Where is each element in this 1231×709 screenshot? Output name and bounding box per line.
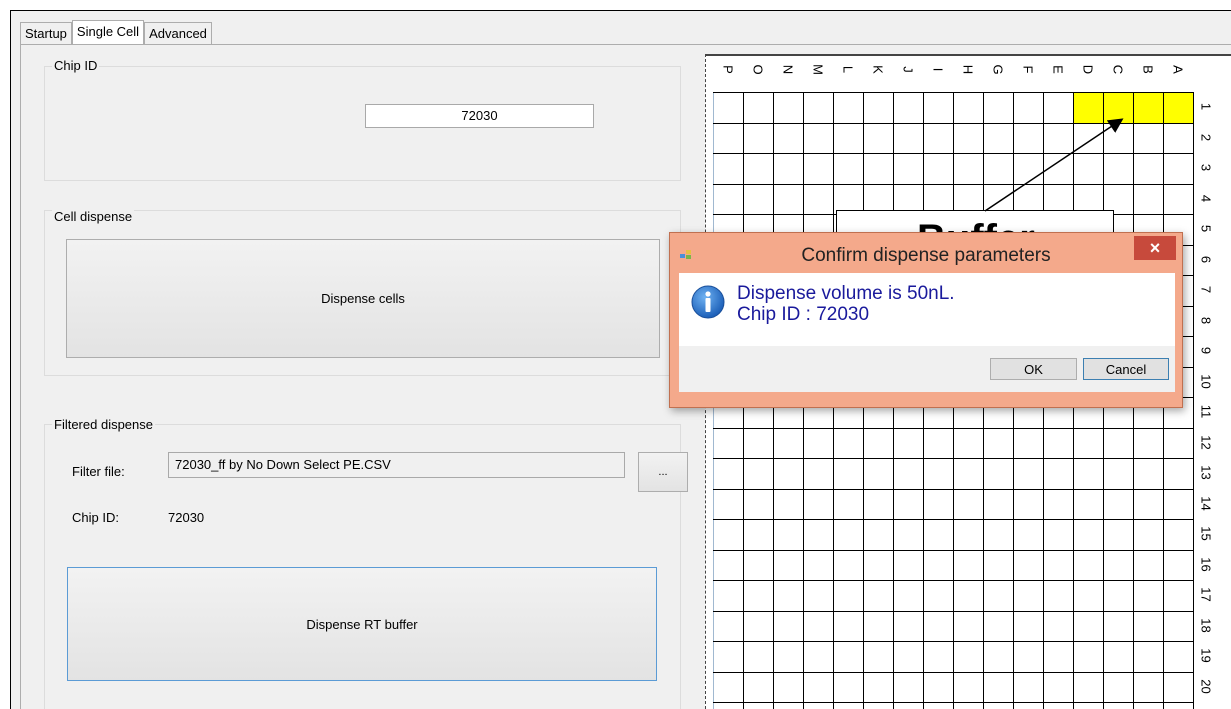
grid-cell-highlight — [1103, 92, 1133, 123]
dialog-message-line2: Chip ID : 72030 — [737, 304, 870, 325]
tab-strip: Startup Single Cell Advanced — [20, 20, 212, 45]
column-label: N — [780, 64, 796, 75]
row-label: 9 — [1198, 346, 1214, 355]
row-label: 18 — [1198, 617, 1214, 633]
tab-advanced[interactable]: Advanced — [144, 22, 212, 45]
row-label: 12 — [1198, 434, 1214, 450]
filtered-dispense-group-title: Filtered dispense — [52, 417, 155, 432]
column-label: F — [1020, 65, 1036, 74]
filter-file-label: Filter file: — [72, 464, 125, 479]
tab-single-cell[interactable]: Single Cell — [71, 20, 145, 45]
column-label: D — [1080, 64, 1096, 75]
column-label: L — [840, 65, 856, 74]
chip-id-group-title: Chip ID — [52, 58, 100, 73]
filter-file-field[interactable]: 72030_ff by No Down Select PE.CSV — [168, 452, 625, 478]
row-label: 5 — [1198, 224, 1214, 233]
row-label: 16 — [1198, 556, 1214, 572]
column-label: O — [750, 64, 766, 75]
grid-line — [713, 153, 1193, 154]
grid-cell-highlight — [1073, 92, 1103, 123]
close-icon[interactable]: × — [1134, 236, 1176, 260]
column-label: A — [1170, 65, 1186, 74]
row-label: 13 — [1198, 465, 1214, 480]
column-label: K — [870, 65, 886, 74]
grid-line — [1193, 92, 1194, 709]
cancel-button[interactable]: Cancel — [1083, 358, 1169, 380]
row-label: 20 — [1198, 678, 1214, 694]
cell-dispense-group-title: Cell dispense — [52, 209, 135, 224]
grid-line — [713, 488, 1193, 490]
grid-line — [713, 427, 1193, 429]
column-label: M — [810, 64, 826, 75]
dispense-cells-button[interactable]: Dispense cells — [66, 239, 660, 358]
dialog-message-line1: Dispense volume is 50nL. — [737, 283, 955, 304]
column-label: B — [1140, 65, 1156, 74]
row-label: 14 — [1198, 495, 1214, 511]
grid-line — [713, 671, 1193, 673]
dialog-body: Dispense volume is 50nL. Chip ID : 72030 — [679, 273, 1175, 346]
grid-cell-highlight — [1163, 92, 1193, 123]
row-label: 6 — [1198, 255, 1214, 263]
column-label: G — [990, 64, 1006, 75]
column-label: P — [720, 65, 736, 74]
column-label: J — [900, 66, 916, 73]
grid-line — [713, 92, 1193, 93]
browse-button[interactable]: ... — [638, 452, 688, 492]
column-label: E — [1050, 65, 1066, 74]
row-label: 3 — [1198, 163, 1214, 172]
row-label: 1 — [1198, 102, 1214, 111]
grid-cell-highlight — [1133, 92, 1163, 123]
dialog-message: Dispense volume is 50nL. Chip ID : 72030 — [737, 283, 955, 325]
confirm-dialog: Confirm dispense parameters × Dispense v… — [669, 232, 1183, 408]
info-icon — [691, 285, 725, 319]
grid-line — [713, 519, 1193, 520]
row-label: 7 — [1198, 285, 1214, 294]
row-label: 2 — [1198, 133, 1214, 141]
chip-id-field[interactable]: 72030 — [365, 104, 594, 128]
ok-button[interactable]: OK — [990, 358, 1077, 380]
row-label: 10 — [1198, 373, 1214, 389]
grid-line — [713, 183, 1193, 185]
dispense-rt-buffer-button[interactable]: Dispense RT buffer — [67, 567, 657, 681]
row-label: 4 — [1198, 194, 1214, 202]
grid-line — [713, 122, 1193, 124]
tab-startup[interactable]: Startup — [20, 22, 72, 45]
row-label: 19 — [1198, 648, 1214, 663]
column-label: C — [1110, 64, 1126, 75]
grid-line — [713, 458, 1193, 459]
row-label: 11 — [1198, 404, 1214, 419]
chip-id-label: Chip ID: — [72, 510, 119, 525]
column-label: H — [960, 64, 976, 75]
dialog-footer: OK Cancel — [679, 346, 1175, 392]
grid-line — [713, 549, 1193, 551]
dialog-title: Confirm dispense parameters — [801, 245, 1051, 266]
row-label: 15 — [1198, 526, 1214, 541]
grid-line — [713, 580, 1193, 581]
grid-line — [713, 610, 1193, 612]
chip-id-value: 72030 — [168, 510, 205, 525]
grid-line — [713, 641, 1193, 642]
row-label: 8 — [1198, 316, 1214, 324]
row-label: 17 — [1198, 587, 1214, 602]
column-label: I — [930, 67, 946, 72]
grid-line — [713, 702, 1193, 703]
